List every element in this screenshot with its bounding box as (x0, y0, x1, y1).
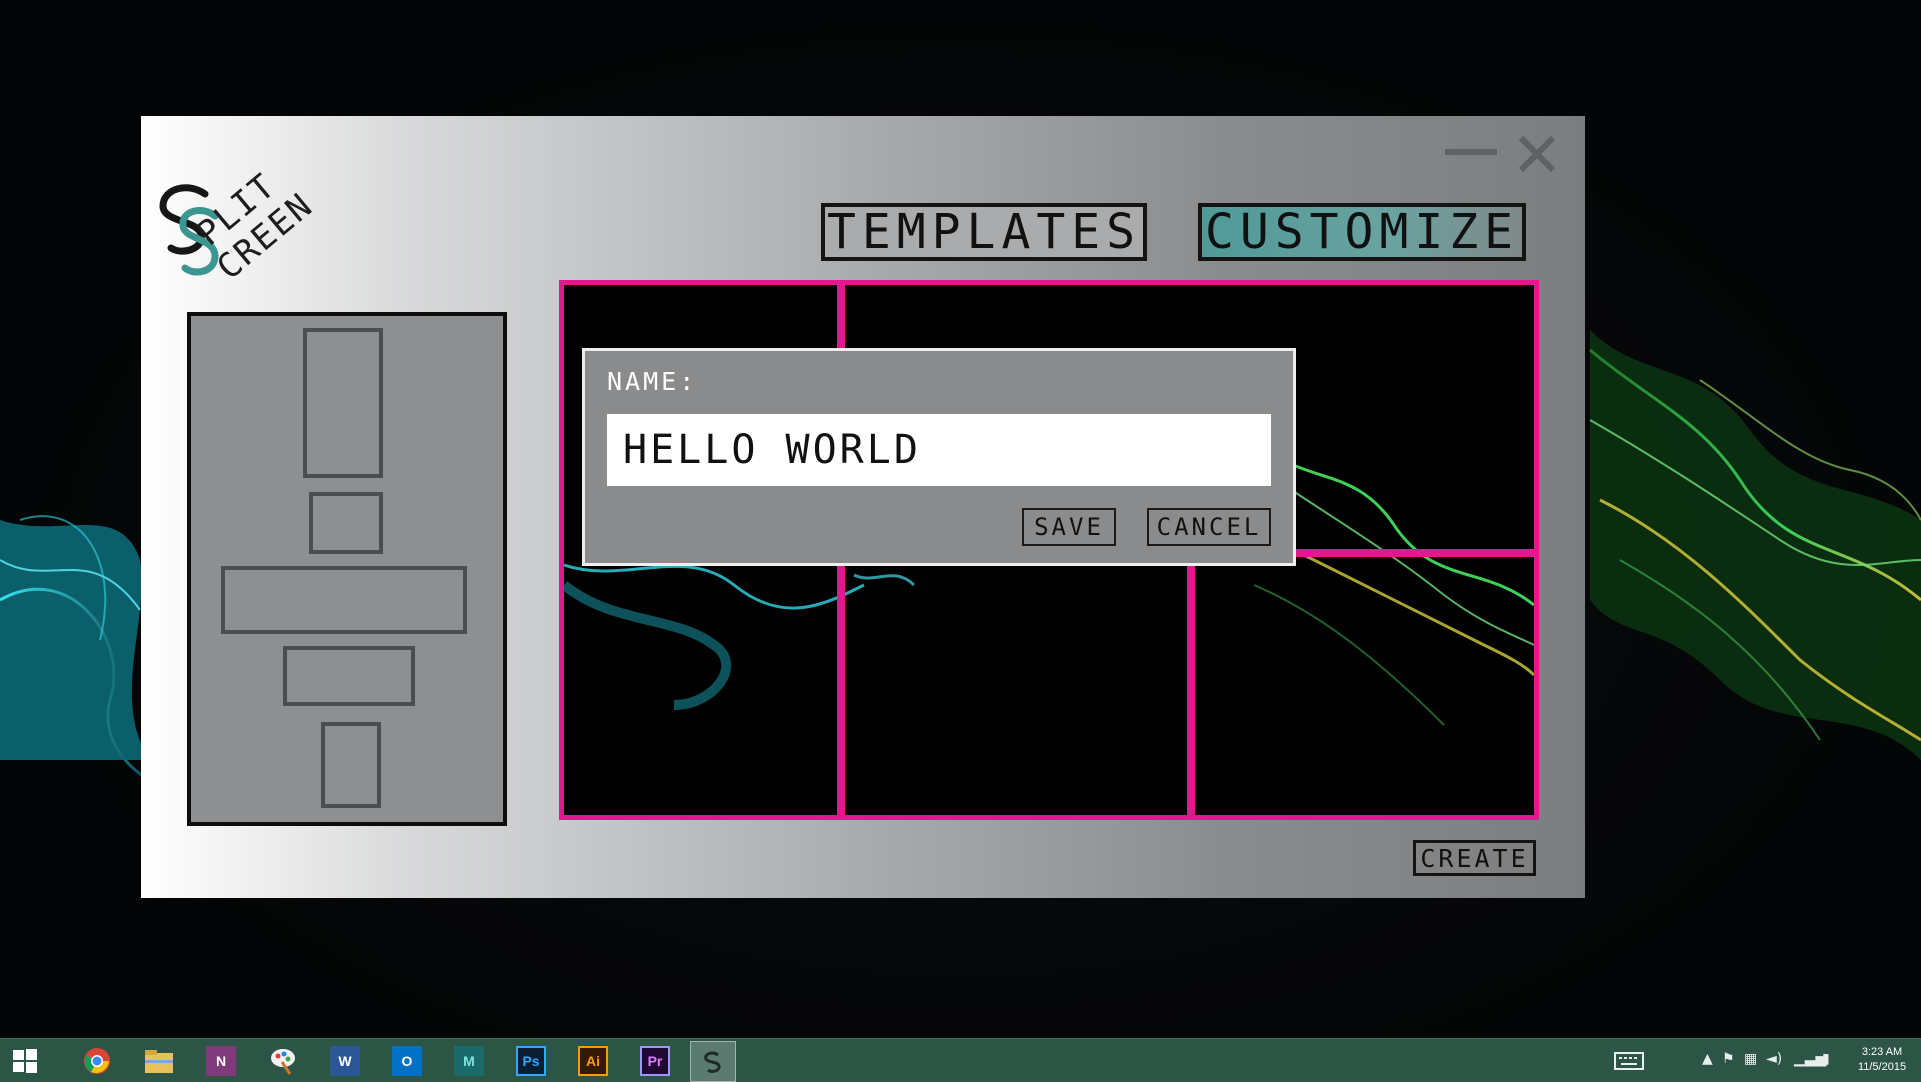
maya-icon: M (454, 1045, 484, 1076)
chrome-icon (84, 1047, 110, 1074)
name-dialog: NAME: SAVE CANCEL (582, 348, 1296, 566)
save-button[interactable]: SAVE (1022, 508, 1116, 546)
windows-start-icon (13, 1048, 37, 1073)
taskbar-word[interactable]: W (322, 1039, 368, 1082)
touch-keyboard-button[interactable] (1604, 1039, 1654, 1082)
onenote-icon: N (206, 1045, 236, 1076)
taskbar-onenote[interactable]: N (198, 1039, 244, 1082)
action-center-flag-icon[interactable]: ⚑ (1722, 1051, 1735, 1067)
clock[interactable]: 3:23 AM 11/5/2015 (1846, 1045, 1918, 1075)
taskbar-outlook[interactable]: O (384, 1039, 430, 1082)
tall-pane-shape[interactable] (303, 328, 383, 478)
taskbar-illustrator[interactable]: Ai (570, 1039, 616, 1082)
wide-pane-shape[interactable] (221, 566, 467, 634)
taskbar-paint[interactable] (260, 1039, 306, 1082)
tab-templates[interactable]: TEMPLATES (821, 203, 1147, 261)
keyboard-icon (1614, 1051, 1644, 1070)
show-hidden-icons-icon[interactable]: ▲ (1702, 1051, 1713, 1067)
minimize-icon (1445, 149, 1497, 155)
split-screen-app-icon (704, 1051, 721, 1073)
narrow-pane-shape[interactable] (321, 722, 381, 808)
name-input[interactable] (607, 414, 1271, 486)
name-label: NAME: (607, 367, 698, 396)
file-explorer-icon (145, 1049, 173, 1073)
clock-time: 3:23 AM (1861, 1046, 1903, 1058)
pane-divider-vertical-2[interactable] (1187, 553, 1195, 815)
word-icon: W (330, 1045, 360, 1076)
medium-pane-shape[interactable] (283, 646, 415, 706)
create-button[interactable]: CREATE (1413, 840, 1536, 876)
paint-icon (271, 1048, 295, 1075)
taskbar: N W O M Ps Ai Pr ▲ ⚑ ▦ ◄) ▁▃▅ ▮ 3:23 AM … (0, 1038, 1921, 1082)
close-icon (1518, 135, 1556, 173)
photoshop-icon: Ps (516, 1045, 546, 1076)
clock-date: 11/5/2015 (1857, 1061, 1907, 1073)
taskbar-file-explorer[interactable] (136, 1039, 182, 1082)
windows-logo-tray-icon[interactable]: ▦ (1744, 1051, 1757, 1067)
outlook-icon: O (392, 1045, 422, 1076)
tab-customize[interactable]: CUSTOMIZE (1198, 203, 1526, 261)
taskbar-split-screen[interactable] (690, 1041, 736, 1082)
illustrator-icon: Ai (578, 1045, 608, 1076)
taskbar-chrome[interactable] (74, 1039, 120, 1082)
battery-icon[interactable]: ▮ (1822, 1051, 1830, 1067)
premiere-icon: Pr (640, 1045, 670, 1076)
volume-icon[interactable]: ◄) (1766, 1051, 1782, 1067)
taskbar-photoshop[interactable]: Ps (508, 1039, 554, 1082)
taskbar-premiere[interactable]: Pr (632, 1039, 678, 1082)
start-button[interactable] (2, 1039, 48, 1082)
minimize-button[interactable] (1445, 144, 1497, 158)
close-button[interactable] (1517, 134, 1557, 174)
taskbar-maya[interactable]: M (446, 1039, 492, 1082)
split-screen-window: PLIT CREEN TEMPLATES CUSTOMIZE NAME: SAV… (141, 116, 1585, 898)
layout-shapes-panel (187, 312, 507, 826)
small-square-shape[interactable] (309, 492, 383, 554)
cancel-button[interactable]: CANCEL (1147, 508, 1271, 546)
split-screen-logo: PLIT CREEN (149, 134, 321, 294)
